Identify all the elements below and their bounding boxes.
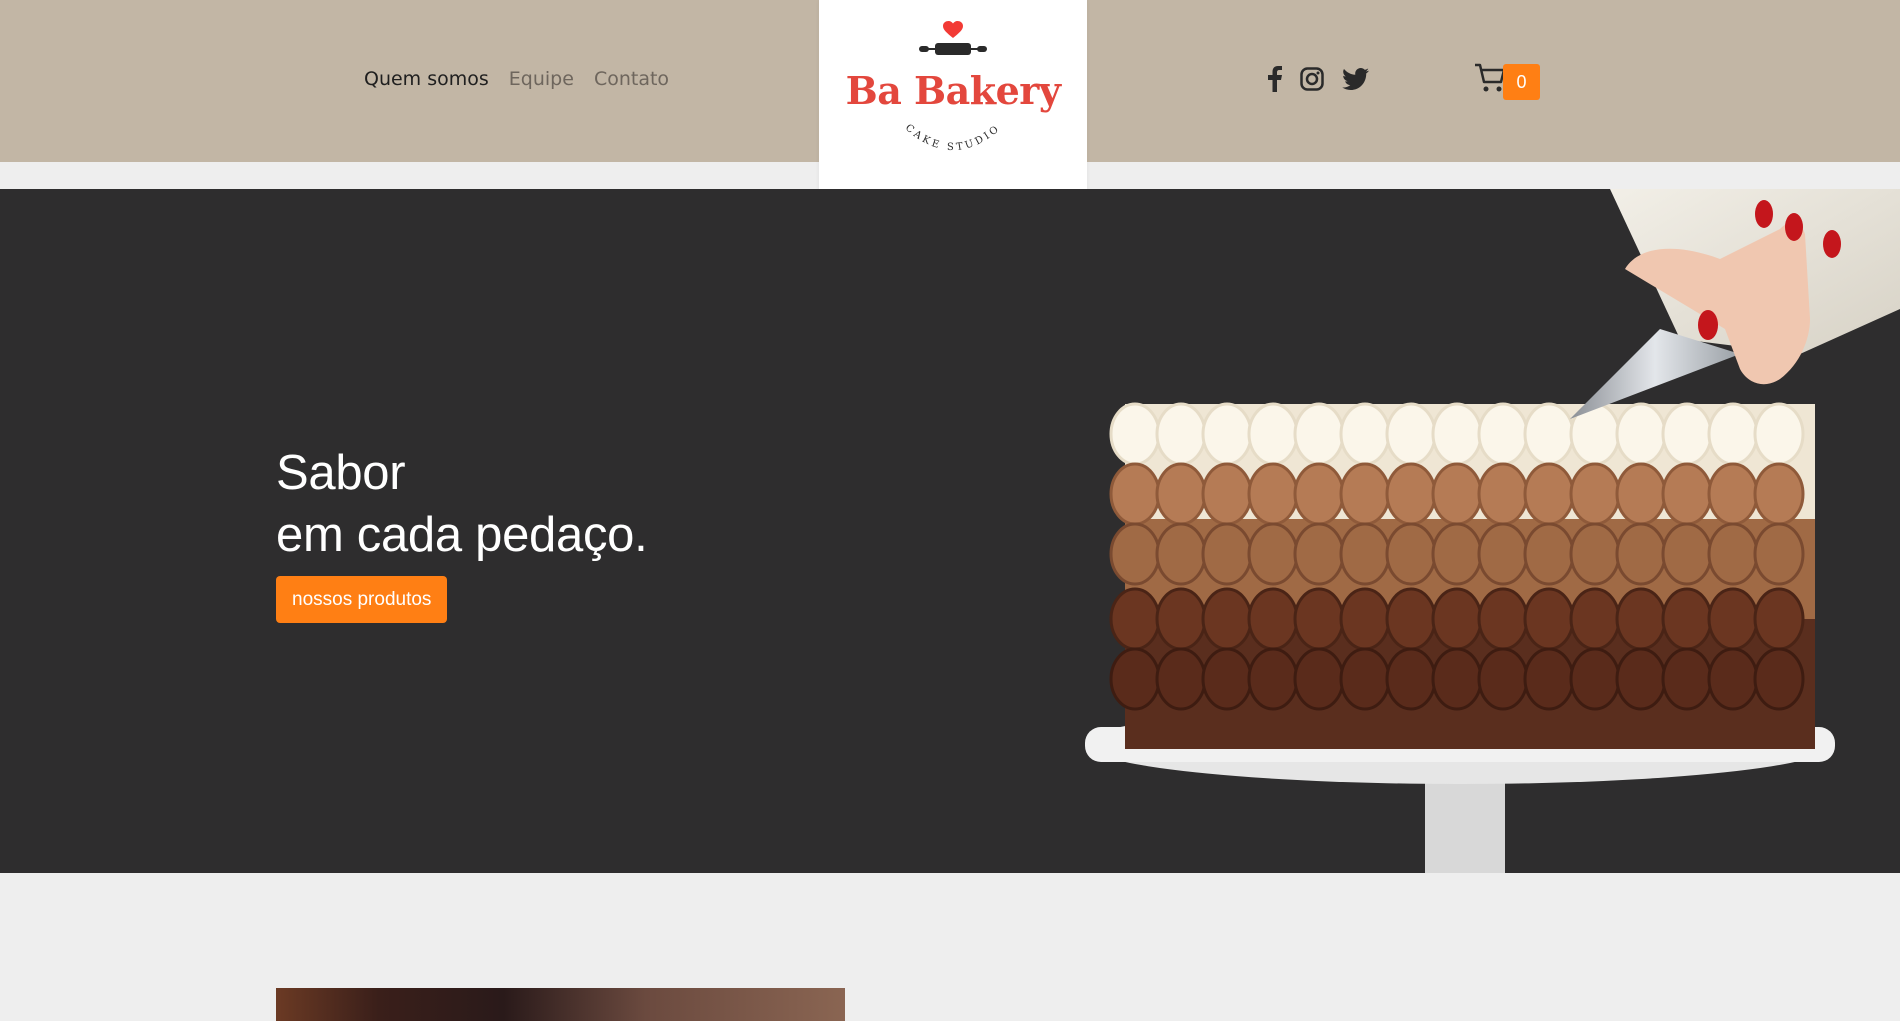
main-nav: Quem somos Equipe Contato — [364, 68, 669, 90]
cart-icon — [1474, 62, 1506, 98]
twitter-icon[interactable] — [1342, 68, 1369, 94]
hero-title-line1: Sabor — [276, 446, 406, 500]
cart-button[interactable]: 0 — [1474, 62, 1540, 100]
rolling-pin-icon — [919, 43, 987, 55]
svg-text:CAKE STUDIO: CAKE STUDIO — [903, 122, 1003, 153]
frosting-swirls — [1109, 402, 1805, 711]
nav-link-contato[interactable]: Contato — [594, 68, 669, 90]
hero-title-line2: em cada pedaço. — [276, 508, 648, 562]
brand-name: Ba Bakery — [845, 68, 1061, 113]
tagline-text: CAKE STUDIO — [903, 122, 1000, 153]
hero-cake-image — [1085, 189, 1900, 873]
nav-link-equipe[interactable]: Equipe — [509, 68, 574, 90]
hero-title: Sabor em cada pedaço. — [276, 442, 648, 566]
cart-count-badge: 0 — [1503, 64, 1540, 100]
heart-icon — [943, 21, 963, 38]
instagram-icon[interactable] — [1300, 67, 1324, 95]
products-button[interactable]: nossos produtos — [276, 576, 448, 623]
site-logo[interactable]: CAKE STUDIO Ba Bakery — [819, 0, 1087, 196]
facebook-icon[interactable] — [1268, 66, 1282, 96]
nav-link-quem-somos[interactable]: Quem somos — [364, 68, 489, 90]
hero-banner: Sabor em cada pedaço. nossos produtos — [0, 189, 1900, 873]
social-links — [1268, 66, 1369, 96]
about-section-image — [276, 988, 845, 1021]
hero-content: Sabor em cada pedaço. nossos produtos — [276, 442, 648, 623]
